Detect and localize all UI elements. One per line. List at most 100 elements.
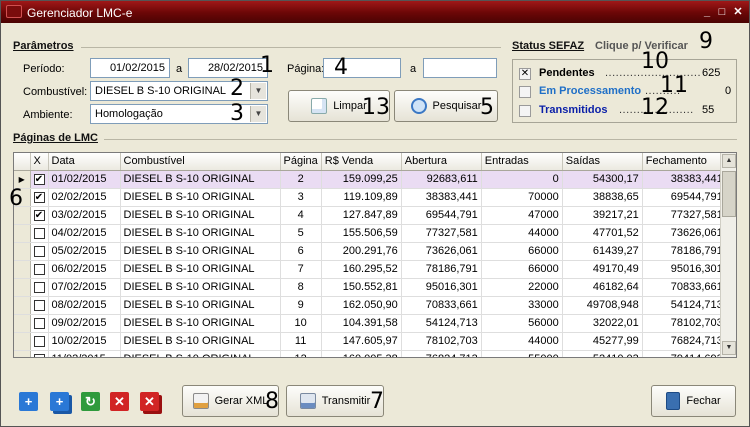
grid-cell-fechamento[interactable]: 76824,713 bbox=[642, 332, 727, 351]
grid-cell-venda[interactable]: 155.506,59 bbox=[321, 224, 402, 243]
grid-cell-combustivel[interactable]: DIESEL B S-10 ORIGINAL bbox=[120, 260, 281, 279]
grid-cell-venda[interactable]: 147.605,97 bbox=[321, 332, 402, 351]
grid-cell-venda[interactable]: 160.295,52 bbox=[321, 260, 402, 279]
status-row-em-processamento[interactable]: Em Processamento .......... 0 bbox=[519, 84, 731, 100]
add-icon[interactable]: + bbox=[19, 392, 38, 411]
grid-cell-fechamento[interactable]: 70833,661 bbox=[642, 278, 727, 297]
grid-cell-saidas[interactable]: 32022,01 bbox=[562, 314, 643, 333]
grid-cell-entradas[interactable]: 66000 bbox=[481, 242, 563, 261]
status-row-pendentes[interactable]: ✕ Pendentes ........................... … bbox=[519, 66, 731, 82]
grid-cell-venda[interactable]: 162.050,90 bbox=[321, 296, 402, 315]
table-row[interactable]: ✔ 02/02/2015 DIESEL B S-10 ORIGINAL 3 119.10… bbox=[14, 188, 727, 207]
row-indicator[interactable] bbox=[14, 314, 31, 333]
row-checkbox[interactable]: ✔ bbox=[33, 173, 45, 185]
scroll-down-icon[interactable]: ▼ bbox=[722, 341, 736, 355]
header-x[interactable]: X bbox=[30, 153, 49, 171]
row-indicator[interactable] bbox=[14, 332, 31, 351]
grid-cell-venda[interactable]: 127.847,89 bbox=[321, 206, 402, 225]
row-indicator[interactable] bbox=[14, 260, 31, 279]
grid-cell-data[interactable]: 06/02/2015 bbox=[48, 260, 121, 279]
pagina-end-field[interactable] bbox=[423, 58, 497, 78]
grid-cell-data[interactable]: 07/02/2015 bbox=[48, 278, 121, 297]
header-abertura[interactable]: Abertura bbox=[401, 153, 482, 171]
table-row[interactable]: ▶ ✔ 01/02/2015 DIESEL B S-10 ORIGINAL 2 159.0… bbox=[14, 170, 727, 189]
row-checkbox[interactable] bbox=[33, 335, 45, 347]
pendentes-checkbox[interactable]: ✕ bbox=[519, 68, 531, 80]
grid-cell-pagina[interactable]: 8 bbox=[280, 278, 322, 297]
transmitidos-checkbox[interactable] bbox=[519, 105, 531, 117]
grid-cell-entradas[interactable]: 47000 bbox=[481, 206, 563, 225]
grid-cell-fechamento[interactable]: 78186,791 bbox=[642, 242, 727, 261]
grid-cell-data[interactable]: 05/02/2015 bbox=[48, 242, 121, 261]
grid-cell-venda[interactable]: 200.291,76 bbox=[321, 242, 402, 261]
grid-cell-fechamento[interactable]: 54124,713 bbox=[642, 296, 727, 315]
table-row[interactable]: 05/02/2015 DIESEL B S-10 ORIGINAL 6 200.291… bbox=[14, 242, 727, 261]
grid-cell-combustivel[interactable]: DIESEL B S-10 ORIGINAL bbox=[120, 188, 281, 207]
grid-cell-fechamento[interactable]: 69544,791 bbox=[642, 188, 727, 207]
grid-cell-combustivel[interactable]: DIESEL B S-10 ORIGINAL bbox=[120, 242, 281, 261]
scroll-up-icon[interactable]: ▲ bbox=[722, 154, 736, 168]
grid-cell-pagina[interactable]: 7 bbox=[280, 260, 322, 279]
grid-cell-pagina[interactable]: 5 bbox=[280, 224, 322, 243]
row-checkbox[interactable] bbox=[33, 281, 45, 293]
add-multiple-icon[interactable]: + bbox=[50, 392, 69, 411]
grid-cell-data[interactable]: 08/02/2015 bbox=[48, 296, 121, 315]
row-indicator[interactable] bbox=[14, 224, 31, 243]
row-checkbox[interactable] bbox=[33, 353, 45, 357]
grid-cell-combustivel[interactable]: DIESEL B S-10 ORIGINAL bbox=[120, 278, 281, 297]
grid-cell-saidas[interactable]: 38838,65 bbox=[562, 188, 643, 207]
grid-cell-fechamento[interactable]: 95016,301 bbox=[642, 260, 727, 279]
grid-cell-fechamento[interactable]: 38383,441 bbox=[642, 170, 727, 189]
grid-cell-abertura[interactable]: 73626,061 bbox=[401, 242, 482, 261]
grid-cell-entradas[interactable]: 55000 bbox=[481, 350, 563, 357]
grid-scrollbar[interactable]: ▲ ▼ bbox=[720, 153, 736, 357]
grid-cell-combustivel[interactable]: DIESEL B S-10 ORIGINAL bbox=[120, 332, 281, 351]
grid-cell-data[interactable]: 03/02/2015 bbox=[48, 206, 121, 225]
grid-cell-abertura[interactable]: 92683,611 bbox=[401, 170, 482, 189]
grid-cell-saidas[interactable]: 47701,52 bbox=[562, 224, 643, 243]
grid-cell-data[interactable]: 09/02/2015 bbox=[48, 314, 121, 333]
grid-cell-abertura[interactable]: 76824,713 bbox=[401, 350, 482, 357]
header-pagina[interactable]: Página bbox=[280, 153, 322, 171]
grid-cell-saidas[interactable]: 52410,03 bbox=[562, 350, 643, 357]
grid-cell-saidas[interactable]: 61439,27 bbox=[562, 242, 643, 261]
grid-cell-venda[interactable]: 104.391,58 bbox=[321, 314, 402, 333]
em-processamento-checkbox[interactable] bbox=[519, 86, 531, 98]
row-checkbox[interactable]: ✔ bbox=[33, 209, 45, 221]
header-combustivel[interactable]: Combustível bbox=[120, 153, 281, 171]
status-row-transmitidos[interactable]: Transmitidos ..................... 55 bbox=[519, 103, 731, 119]
grid-cell-venda[interactable]: 150.552,81 bbox=[321, 278, 402, 297]
grid-cell-saidas[interactable]: 45277,99 bbox=[562, 332, 643, 351]
table-row[interactable]: 07/02/2015 DIESEL B S-10 ORIGINAL 8 150.552… bbox=[14, 278, 727, 297]
table-row[interactable]: ✔ 03/02/2015 DIESEL B S-10 ORIGINAL 4 127.84… bbox=[14, 206, 727, 225]
chevron-down-icon[interactable]: ▼ bbox=[250, 83, 266, 99]
refresh-icon[interactable]: ↻ bbox=[81, 392, 100, 411]
periodo-start-field[interactable]: 01/02/2015 bbox=[90, 58, 170, 78]
grid-cell-combustivel[interactable]: DIESEL B S-10 ORIGINAL bbox=[120, 350, 281, 357]
row-indicator[interactable] bbox=[14, 350, 31, 357]
grid-cell-fechamento[interactable]: 73626,061 bbox=[642, 224, 727, 243]
grid-cell-fechamento[interactable]: 78102,703 bbox=[642, 314, 727, 333]
delete-icon[interactable]: ✕ bbox=[110, 392, 129, 411]
grid-cell-entradas[interactable]: 33000 bbox=[481, 296, 563, 315]
grid-cell-abertura[interactable]: 77327,581 bbox=[401, 224, 482, 243]
header-saidas[interactable]: Saídas bbox=[562, 153, 643, 171]
grid-cell-entradas[interactable]: 44000 bbox=[481, 332, 563, 351]
grid-cell-abertura[interactable]: 78186,791 bbox=[401, 260, 482, 279]
grid-cell-pagina[interactable]: 11 bbox=[280, 332, 322, 351]
grid-cell-abertura[interactable]: 95016,301 bbox=[401, 278, 482, 297]
grid-cell-combustivel[interactable]: DIESEL B S-10 ORIGINAL bbox=[120, 224, 281, 243]
grid-cell-pagina[interactable]: 2 bbox=[280, 170, 322, 189]
header-entradas[interactable]: Entradas bbox=[481, 153, 563, 171]
header-data[interactable]: Data bbox=[48, 153, 121, 171]
grid-cell-saidas[interactable]: 49170,49 bbox=[562, 260, 643, 279]
maximize-icon[interactable]: □ bbox=[715, 5, 729, 19]
header-venda[interactable]: R$ Venda bbox=[321, 153, 402, 171]
row-indicator[interactable] bbox=[14, 278, 31, 297]
row-indicator[interactable] bbox=[14, 242, 31, 261]
grid-cell-abertura[interactable]: 69544,791 bbox=[401, 206, 482, 225]
row-checkbox[interactable] bbox=[33, 317, 45, 329]
grid-cell-pagina[interactable]: 6 bbox=[280, 242, 322, 261]
table-row[interactable]: 11/02/2015DIESEL B S-10 ORIGINAL12160.00… bbox=[14, 350, 727, 357]
row-checkbox[interactable]: ✔ bbox=[33, 191, 45, 203]
